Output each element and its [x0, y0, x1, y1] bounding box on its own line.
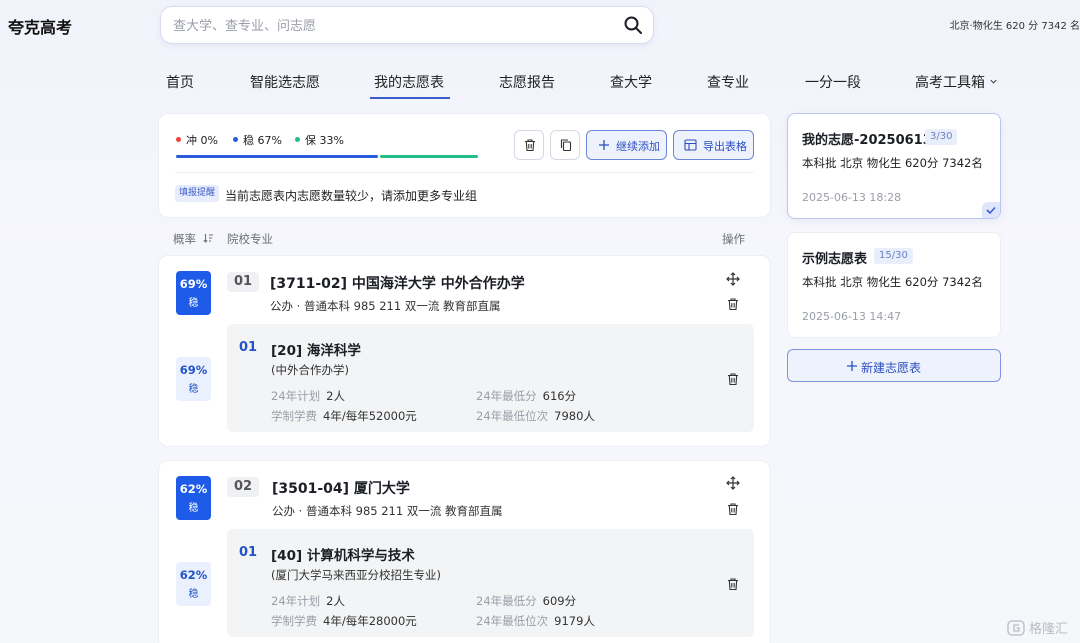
major-prob-badge: 69% 稳 — [176, 357, 211, 401]
major-note: (中外合作办学) — [271, 363, 349, 377]
trash-icon[interactable] — [726, 297, 740, 311]
app-logo[interactable]: 夸克高考 — [8, 14, 72, 38]
nav-item-report[interactable]: 志愿报告 — [499, 72, 555, 92]
export-table-button[interactable]: 导出表格 — [673, 130, 754, 160]
watermark: 格隆汇 — [1007, 618, 1068, 637]
plan-count: 24年计划 2人 — [271, 389, 345, 403]
chong-dot — [176, 137, 181, 142]
school-name[interactable]: [3711-02] 中国海洋大学 中外合作办学 — [270, 273, 525, 293]
trash-icon[interactable] — [726, 577, 740, 591]
plan-count: 24年计划 2人 — [271, 594, 345, 608]
wishlist-info: 本科批 北京 物化生 620分 7342名 — [802, 275, 983, 289]
move-icon[interactable] — [726, 476, 740, 490]
min-rank: 24年最低位次 9179人 — [476, 614, 595, 628]
bao-progress-bar — [380, 155, 478, 158]
selected-check-icon — [982, 202, 1000, 218]
trash-icon[interactable] — [726, 502, 740, 516]
legend-bao: 保 33% — [295, 132, 344, 148]
bao-dot — [295, 137, 300, 142]
toolbox-label: 高考工具箱 — [915, 75, 985, 91]
nav-item-universities[interactable]: 查大学 — [610, 72, 652, 92]
search-box[interactable] — [160, 6, 654, 44]
legend-wen: 稳 67% — [233, 132, 282, 148]
nav-item-majors[interactable]: 查专业 — [707, 72, 749, 92]
nav-item-home[interactable]: 首页 — [166, 72, 194, 92]
wishlist-count: 3/30 — [925, 129, 958, 145]
wishlist-title: 示例志愿表 — [802, 252, 868, 267]
col-school-major: 院校专业 — [227, 232, 273, 246]
school-card: 69% 稳 01 [3711-02] 中国海洋大学 中外合作办学 公办 · 普通… — [158, 255, 771, 447]
trash-icon[interactable] — [726, 372, 740, 386]
move-icon[interactable] — [726, 272, 740, 286]
wen-progress-bar — [176, 155, 378, 158]
col-action: 操作 — [722, 232, 745, 246]
wen-dot — [233, 137, 238, 142]
prob-badge: 69% 稳 — [176, 271, 211, 315]
wishlist-date: 2025-06-13 18:28 — [802, 191, 902, 204]
major-index: 01 — [239, 545, 258, 560]
nav-item-smart-select[interactable]: 智能选志愿 — [250, 72, 320, 92]
sort-by-prob[interactable]: 概率 — [173, 231, 214, 247]
school-tags: 公办 · 普通本科 985 211 双一流 教育部直属 — [270, 299, 501, 313]
major-index: 01 — [239, 340, 258, 355]
delete-button[interactable] — [514, 130, 544, 160]
wishlist-date: 2025-06-13 14:47 — [802, 310, 902, 323]
min-score: 24年最低分 609分 — [476, 594, 577, 608]
major-prob-badge: 62% 稳 — [176, 562, 211, 606]
wishlist-info: 本科批 北京 物化生 620分 7342名 — [802, 156, 983, 170]
main-nav: 首页 智能选志愿 我的志愿表 志愿报告 查大学 查专业 一分一段 高考工具箱 — [160, 70, 1002, 99]
nav-item-toolbox[interactable]: 高考工具箱 — [915, 72, 998, 92]
wishlist-count: 15/30 — [874, 248, 913, 264]
major-note: (厦门大学马来西亚分校招生专业) — [271, 568, 441, 582]
school-tags: 公办 · 普通本科 985 211 双一流 教育部直属 — [272, 504, 503, 518]
continue-add-button[interactable]: 继续添加 — [586, 130, 667, 160]
tip-tag: 填报提醒 — [175, 185, 220, 202]
tip-text: 当前志愿表内志愿数量较少，请添加更多专业组 — [225, 189, 478, 203]
summary-card: 冲 0% 稳 67% 保 33% 继续添加 导出表格 填报提醒 当前志愿表内志愿… — [158, 113, 771, 218]
nav-item-my-wishlist[interactable]: 我的志愿表 — [370, 72, 450, 99]
divider — [175, 172, 754, 173]
watermark-logo-icon — [1007, 620, 1025, 636]
min-score: 24年最低分 616分 — [476, 389, 577, 403]
new-wishlist-button[interactable]: 新建志愿表 — [787, 349, 1001, 382]
major-name[interactable]: [20] 海洋科学 — [271, 339, 361, 359]
wishlist-card[interactable]: 示例志愿表 15/30 本科批 北京 物化生 620分 7342名 2025-0… — [787, 232, 1001, 338]
major-name[interactable]: [40] 计算机科学与技术 — [271, 544, 415, 564]
min-rank: 24年最低位次 7980人 — [476, 409, 595, 423]
nav-item-score-rank[interactable]: 一分一段 — [805, 72, 861, 92]
school-name[interactable]: [3501-04] 厦门大学 — [272, 478, 410, 498]
copy-icon — [560, 139, 572, 152]
plus-icon — [847, 361, 857, 371]
user-score-info[interactable]: 北京·物化生 620 分 7342 名 — [950, 17, 1080, 32]
search-input[interactable] — [173, 15, 593, 37]
tuition: 学制学费 4年/每年52000元 — [271, 409, 417, 423]
search-icon[interactable] — [623, 15, 643, 35]
tuition: 学制学费 4年/每年28000元 — [271, 614, 417, 628]
chevron-down-icon — [990, 79, 998, 84]
table-icon — [684, 139, 697, 151]
school-index: 02 — [227, 477, 259, 497]
copy-button[interactable] — [550, 130, 580, 160]
wishlist-title: 我的志愿-20250613 — [802, 133, 932, 148]
plus-icon — [599, 140, 609, 150]
sort-icon — [203, 234, 213, 243]
school-index: 01 — [227, 272, 259, 292]
major-item: 01 [40] 计算机科学与技术 (厦门大学马来西亚分校招生专业) 24年计划 2… — [227, 529, 754, 637]
school-card: 62% 稳 02 [3501-04] 厦门大学 公办 · 普通本科 985 21… — [158, 460, 771, 643]
prob-badge: 62% 稳 — [176, 476, 211, 520]
major-item: 01 [20] 海洋科学 (中外合作办学) 24年计划 2人 学制学费 4年/每年5… — [227, 324, 754, 432]
trash-icon — [525, 139, 535, 152]
legend-chong: 冲 0% — [176, 132, 218, 148]
wishlist-card-active[interactable]: 我的志愿-20250613 3/30 本科批 北京 物化生 620分 7342名… — [787, 113, 1001, 219]
